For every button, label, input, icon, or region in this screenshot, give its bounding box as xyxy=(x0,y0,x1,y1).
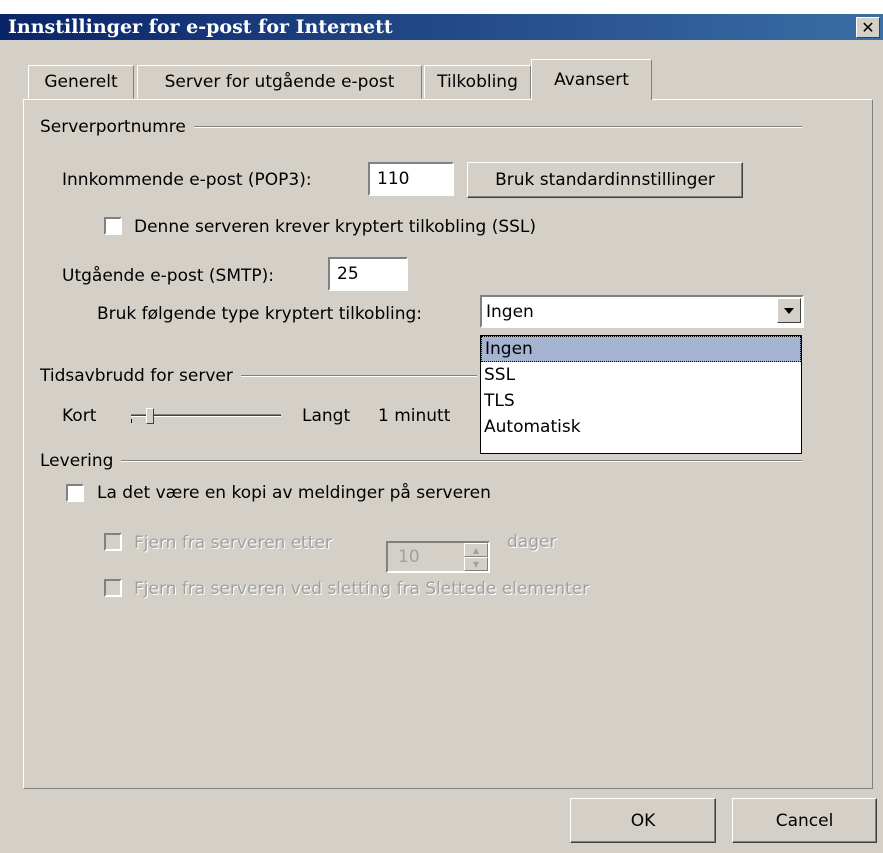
background-window-fragment xyxy=(0,0,883,14)
close-button[interactable]: ✕ xyxy=(856,17,880,38)
keep-copy-checkbox[interactable] xyxy=(66,484,84,502)
settings-dialog: Innstillinger for e-post for Internett ✕… xyxy=(0,14,883,853)
timeout-group: Tidsavbrudd for server xyxy=(40,366,477,386)
chevron-down-icon: ▼ xyxy=(472,559,480,569)
timeout-slider[interactable] xyxy=(131,408,283,424)
remove-on-delete-checkbox[interactable] xyxy=(104,579,122,597)
dropdown-option-tls[interactable]: TLS xyxy=(481,388,801,414)
timeout-value: 1 minutt xyxy=(378,406,451,426)
tab-tilkobling[interactable]: Tilkobling xyxy=(424,65,531,99)
dialog-title: Innstillinger for e-post for Internett xyxy=(8,16,393,38)
incoming-port-value: 110 xyxy=(377,169,410,189)
dropdown-option-ingen[interactable]: Ingen xyxy=(481,336,801,362)
encryption-type-select[interactable]: Ingen xyxy=(480,295,804,328)
dropdown-option-ssl[interactable]: SSL xyxy=(481,362,801,388)
remove-after-label: Fjern fra serveren etter xyxy=(134,533,332,553)
tab-server-utgaende[interactable]: Server for utgående e-post xyxy=(137,65,422,99)
remove-after-days-stepper[interactable]: 10 ▲ ▼ xyxy=(386,541,490,573)
incoming-port-field[interactable]: 110 xyxy=(368,162,454,196)
spin-up-button[interactable]: ▲ xyxy=(464,543,488,557)
encryption-type-dropdown-list: Ingen SSL TLS Automatisk xyxy=(480,335,802,454)
outgoing-port-field[interactable]: 25 xyxy=(328,257,408,291)
cancel-button[interactable]: Cancel xyxy=(732,798,877,843)
delivery-group: Levering xyxy=(40,451,802,471)
ssl-required-checkbox[interactable] xyxy=(104,217,122,235)
outgoing-port-label: Utgående e-post (SMTP): xyxy=(62,266,275,286)
ssl-required-label: Denne serveren krever kryptert tilkoblin… xyxy=(134,217,537,237)
slider-thumb[interactable] xyxy=(146,408,154,424)
group-divider xyxy=(240,375,477,377)
close-icon: ✕ xyxy=(861,18,875,37)
server-ports-group: Serverportnumre xyxy=(40,117,802,137)
timeout-long-label: Langt xyxy=(302,406,351,426)
dropdown-arrow-button[interactable] xyxy=(777,298,801,323)
remove-after-checkbox[interactable] xyxy=(104,533,122,551)
dropdown-option-automatisk[interactable]: Automatisk xyxy=(481,414,801,440)
spin-down-button[interactable]: ▼ xyxy=(464,557,488,571)
outgoing-port-value: 25 xyxy=(337,264,359,284)
title-bar: Innstillinger for e-post for Internett ✕ xyxy=(0,14,883,40)
delivery-group-label: Levering xyxy=(40,451,114,471)
ok-button[interactable]: OK xyxy=(570,798,716,843)
chevron-up-icon: ▲ xyxy=(472,545,480,555)
group-divider xyxy=(121,460,802,462)
remove-on-delete-label: Fjern fra serveren ved sletting fra Slet… xyxy=(134,579,590,599)
keep-copy-label: La det være en kopi av meldinger på serv… xyxy=(97,483,491,503)
timeout-short-label: Kort xyxy=(62,406,97,426)
timeout-group-label: Tidsavbrudd for server xyxy=(40,366,233,386)
days-label: dager xyxy=(507,532,557,552)
encryption-type-value: Ingen xyxy=(486,302,534,322)
encryption-type-label: Bruk følgende type kryptert tilkobling: xyxy=(97,304,422,324)
slider-tick xyxy=(131,419,132,423)
tab-generelt[interactable]: Generelt xyxy=(28,65,134,99)
use-defaults-button[interactable]: Bruk standardinnstillinger xyxy=(467,162,743,198)
group-divider xyxy=(193,126,802,128)
chevron-down-icon xyxy=(784,307,794,314)
incoming-port-label: Innkommende e-post (POP3): xyxy=(62,170,312,190)
remove-after-days-value: 10 xyxy=(398,547,420,567)
tab-avansert[interactable]: Avansert xyxy=(531,59,652,100)
server-ports-group-label: Serverportnumre xyxy=(40,117,186,137)
